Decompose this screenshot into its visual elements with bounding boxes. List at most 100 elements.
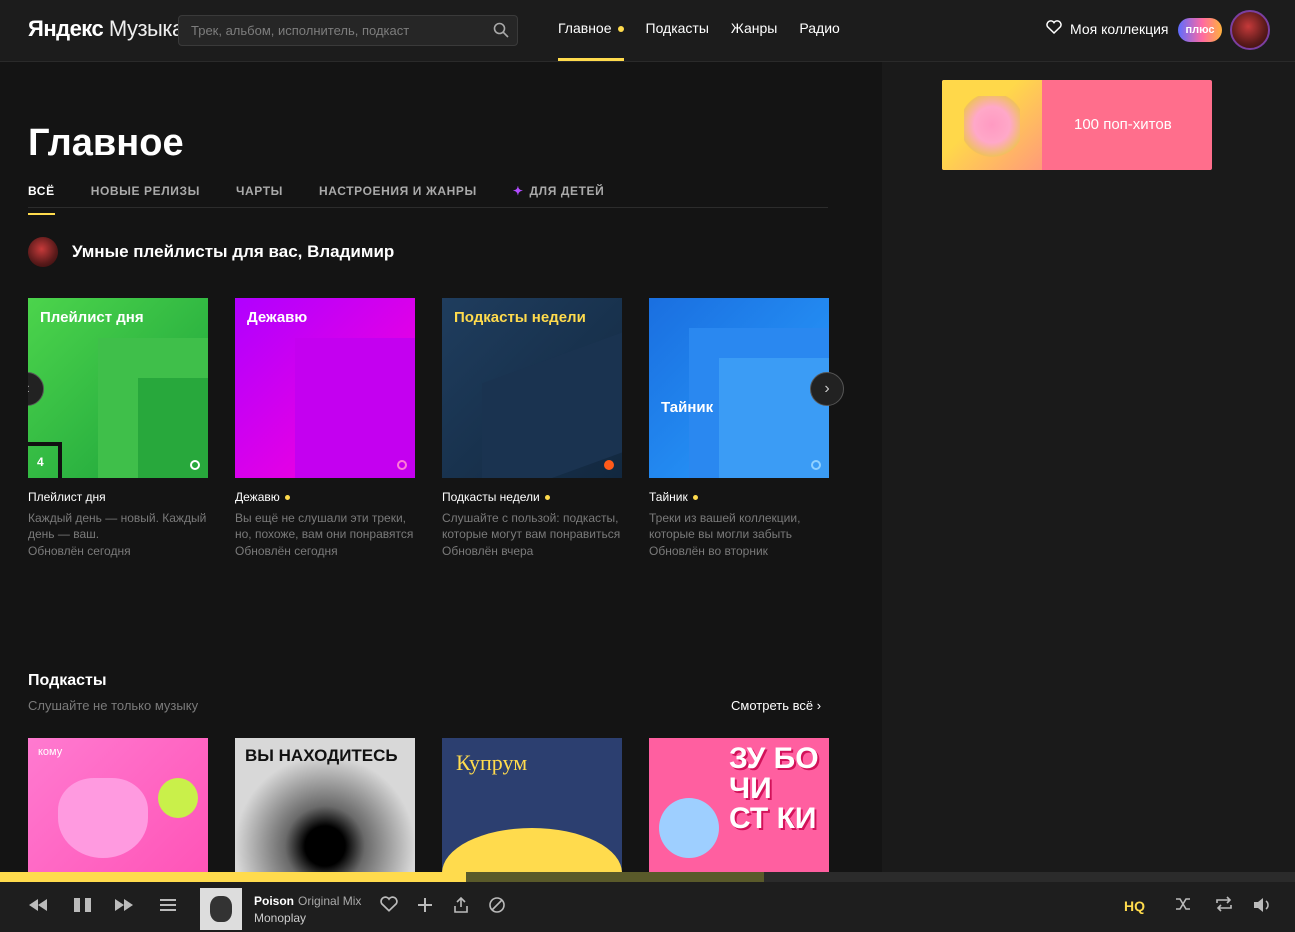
main-nav: Главное Подкасты Жанры Радио — [558, 20, 862, 61]
nav-main[interactable]: Главное — [558, 20, 624, 61]
cover-shape — [442, 828, 622, 872]
volume-button[interactable] — [1252, 896, 1274, 920]
music-note-icon — [811, 460, 821, 470]
my-collection-label: Моя коллекция — [1070, 20, 1169, 37]
pause-button[interactable] — [72, 896, 94, 920]
section-avatar — [28, 237, 58, 267]
playlist-updated: Обновлён сегодня — [235, 544, 338, 558]
podcasts-subtitle: Слушайте не только музыку — [28, 698, 199, 713]
cover-shape — [659, 798, 719, 858]
search-box[interactable] — [178, 15, 518, 46]
dislike-button[interactable] — [488, 896, 506, 920]
user-avatar[interactable] — [1230, 10, 1270, 50]
podcast-cover-text: ЗУ БО ЧИ СТ КИ — [729, 742, 819, 835]
podcast-card[interactable]: ЗУ БО ЧИ СТ КИ — [649, 738, 829, 872]
playlist-name-text: Тайник — [649, 490, 688, 504]
nav-podcasts[interactable]: Подкасты — [646, 20, 709, 36]
queue-icon — [160, 899, 176, 911]
logo-music: Музыка — [108, 16, 184, 41]
podcasts-title[interactable]: Подкасты — [28, 672, 198, 690]
playlist-name[interactable]: Плейлист дня — [28, 490, 208, 504]
tab-new-releases[interactable]: НОВЫЕ РЕЛИЗЫ — [91, 184, 200, 207]
logo-yandex: Яндекс — [28, 16, 104, 41]
podcast-cover-text: ВЫ НАХОДИТЕСЬ — [245, 746, 398, 765]
promo-text: 100 поп-хитов — [1074, 116, 1172, 133]
playlist-cover[interactable]: Тайник — [649, 298, 829, 478]
playlist-card-daily[interactable]: Плейлист дня 4 Плейлист дня Каждый день … — [28, 298, 208, 558]
hq-toggle[interactable]: HQ — [1124, 898, 1145, 914]
playlist-description: Вы ещё не слушали эти треки, но, похоже,… — [235, 511, 414, 541]
playlist-description: Треки из вашей коллекции, которые вы мог… — [649, 511, 801, 541]
page-title: Главное — [28, 122, 184, 164]
ball-shape — [158, 778, 198, 818]
cover-title: Дежавю — [247, 309, 308, 326]
new-dot — [692, 495, 698, 501]
search-input[interactable] — [191, 16, 481, 45]
playlist-card-podcasts-week[interactable]: Подкасты недели Подкасты недели Слушайте… — [442, 298, 622, 558]
playlist-cover[interactable]: Дежавю — [235, 298, 415, 478]
cover-title: Тайник — [661, 399, 714, 416]
heart-icon — [1046, 20, 1062, 37]
add-button[interactable] — [416, 896, 434, 920]
queue-button[interactable] — [158, 896, 178, 920]
cover-shape — [482, 332, 622, 478]
logo[interactable]: Яндекс Музыка — [28, 16, 184, 42]
tab-all[interactable]: ВСЁ — [28, 184, 55, 215]
cover-badge: 4 — [37, 455, 44, 469]
planet-icon: ✦ — [512, 184, 524, 198]
chevron-right-icon: › — [816, 698, 822, 713]
previous-button[interactable] — [26, 896, 50, 920]
podcast-card[interactable]: кому — [28, 738, 208, 872]
tab-kids[interactable]: ✦ ДЛЯ ДЕТЕЙ — [513, 184, 605, 207]
podcast-cover-text: Купрум — [456, 750, 528, 775]
nav-new-dot — [617, 26, 624, 33]
smart-playlists-title: Умные плейлисты для вас, Владимир — [72, 242, 395, 261]
playlist-cover[interactable]: Плейлист дня 4 — [28, 298, 208, 478]
playback-progress[interactable] — [0, 872, 1295, 882]
like-button[interactable] — [380, 896, 398, 918]
pause-icon — [74, 898, 91, 912]
track-title[interactable]: Poison Original Mix — [254, 894, 361, 908]
repeat-button[interactable] — [1214, 896, 1234, 918]
category-tabs: ВСЁ НОВЫЕ РЕЛИЗЫ ЧАРТЫ НАСТРОЕНИЯ И ЖАНР… — [28, 184, 828, 215]
playlist-cover[interactable]: Подкасты недели — [442, 298, 622, 478]
podcast-card[interactable]: Купрум — [442, 738, 622, 872]
cover-title: Плейлист дня — [40, 309, 144, 326]
tab-moods-genres[interactable]: НАСТРОЕНИЯ И ЖАНРЫ — [319, 184, 477, 207]
nav-main-label: Главное — [558, 20, 612, 36]
playlist-name[interactable]: Подкасты недели — [442, 490, 622, 504]
my-collection-link[interactable]: Моя коллекция — [1046, 20, 1169, 37]
promo-figure — [964, 96, 1020, 160]
see-all-label: Смотреть всё — [731, 698, 814, 713]
nav-radio[interactable]: Радио — [799, 20, 839, 36]
chevron-right-icon: › — [824, 380, 830, 397]
track-cover[interactable] — [200, 888, 242, 930]
promo-banner[interactable]: 100 поп-хитов — [942, 80, 1212, 170]
playlist-description: Слушайте с пользой: подкасты, которые мо… — [442, 511, 621, 541]
share-button[interactable] — [452, 896, 470, 920]
podcasts-header: Подкасты Слушайте не только музыку — [28, 672, 198, 713]
top-bar: Яндекс Музыка Главное Подкасты Жанры Рад… — [0, 0, 1295, 62]
track-name: Poison — [254, 894, 295, 908]
playlist-name[interactable]: Дежавю — [235, 490, 415, 504]
next-button[interactable] — [112, 896, 136, 920]
new-dot — [544, 495, 550, 501]
playlist-updated: Обновлён во вторник — [649, 544, 768, 558]
podcast-card[interactable]: ВЫ НАХОДИТЕСЬ — [235, 738, 415, 872]
podcast-cover-text: кому — [38, 746, 63, 758]
see-all-link[interactable]: Смотреть всё › — [731, 698, 821, 713]
progress-fill — [0, 872, 467, 882]
smart-playlists-list: Плейлист дня 4 Плейлист дня Каждый день … — [28, 298, 858, 568]
plus-badge[interactable]: плюс — [1178, 18, 1222, 42]
playlist-card-dejavu[interactable]: Дежавю Дежавю Вы ещё не слушали эти трек… — [235, 298, 415, 558]
playlist-card-stash[interactable]: Тайник Тайник Треки из вашей коллекции, … — [649, 298, 829, 558]
track-artist[interactable]: Monoplay — [254, 911, 306, 925]
share-icon — [454, 896, 468, 913]
playlist-name[interactable]: Тайник — [649, 490, 829, 504]
scroll-right-button[interactable]: › — [810, 372, 844, 406]
music-note-icon — [190, 460, 200, 470]
search-icon[interactable] — [493, 22, 509, 43]
tab-charts[interactable]: ЧАРТЫ — [236, 184, 283, 207]
nav-genres[interactable]: Жанры — [731, 20, 777, 36]
shuffle-button[interactable] — [1174, 896, 1192, 918]
